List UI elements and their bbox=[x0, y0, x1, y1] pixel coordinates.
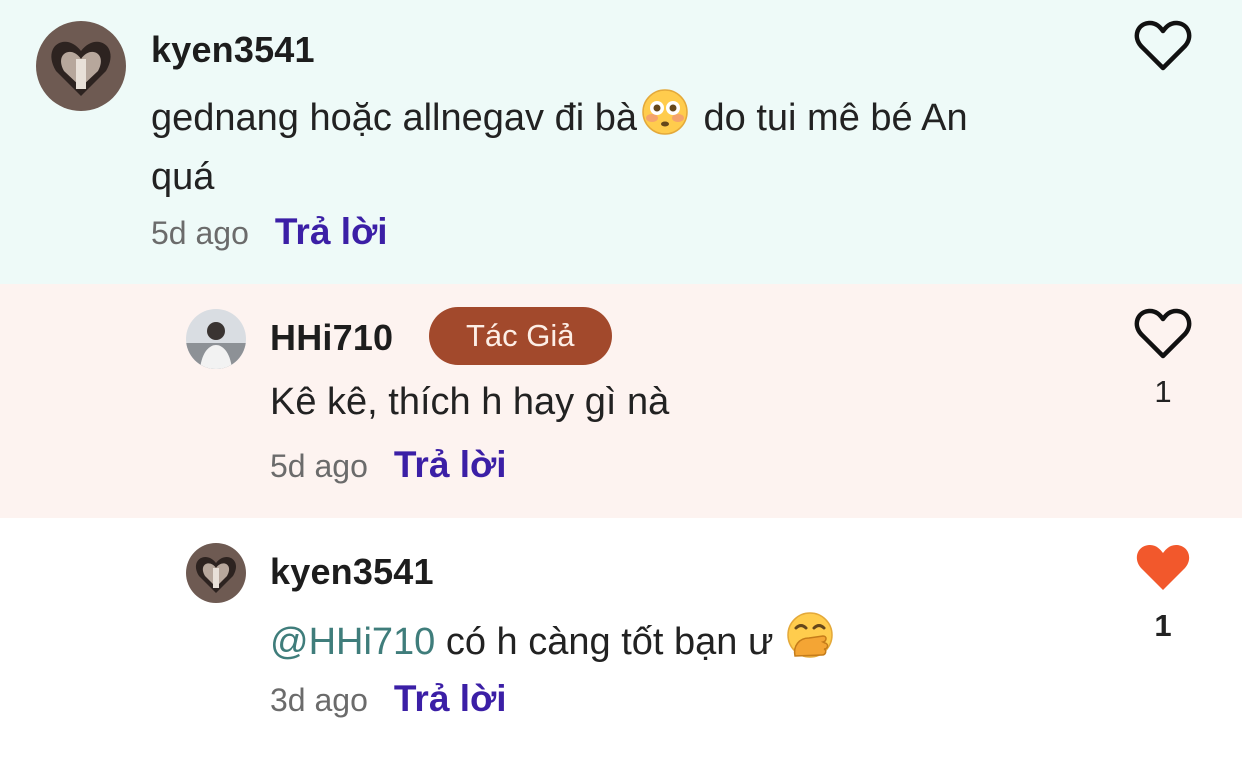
comment-text-part: gednang hoặc allnegav đi bà bbox=[151, 97, 637, 139]
heart-outline-icon bbox=[1134, 20, 1192, 71]
flushed-face-emoji bbox=[641, 88, 689, 151]
comment-meta: 3d ago Trả lời bbox=[270, 678, 507, 720]
username[interactable]: kyen3541 bbox=[270, 554, 434, 590]
comment-meta: 5d ago Trả lời bbox=[151, 211, 388, 253]
reply-item: kyen3541 @HHi710 có h càng tốt bạn ư 3d … bbox=[0, 518, 1242, 771]
like-button[interactable] bbox=[1133, 16, 1193, 76]
comment-text: @HHi710 có h càng tốt bạn ư bbox=[270, 610, 839, 675]
comment-text-part: có h càng tốt bạn ư bbox=[435, 621, 774, 663]
author-badge: Tác Giả bbox=[429, 307, 612, 365]
like-count: 1 bbox=[1154, 608, 1172, 643]
like-button[interactable] bbox=[1133, 538, 1193, 598]
comment-text: gednang hoặc allnegav đi bà do tui mê bé… bbox=[151, 88, 1031, 204]
comment-text-part: do tui mê bé An bbox=[692, 97, 968, 139]
reply-button[interactable]: Trả lời bbox=[394, 678, 507, 720]
timestamp: 5d ago bbox=[151, 215, 249, 251]
reply-item: HHi710 Tác Giả Kê kê, thích h hay gì nà … bbox=[0, 284, 1242, 518]
comment-item: kyen3541 gednang hoặc allnegav đi bà do … bbox=[0, 0, 1242, 284]
reply-button[interactable]: Trả lời bbox=[275, 211, 388, 253]
timestamp: 5d ago bbox=[270, 448, 368, 484]
heart-filled-icon bbox=[1136, 544, 1190, 590]
like-button[interactable] bbox=[1133, 304, 1193, 364]
heart-outline-icon bbox=[1134, 308, 1192, 359]
username[interactable]: kyen3541 bbox=[151, 32, 315, 68]
avatar[interactable] bbox=[186, 543, 246, 603]
comment-meta: 5d ago Trả lời bbox=[270, 444, 507, 486]
comment-text: Kê kê, thích h hay gì nà bbox=[270, 381, 670, 423]
like-count: 1 bbox=[1154, 374, 1172, 409]
hand-over-mouth-emoji bbox=[785, 610, 835, 675]
avatar[interactable] bbox=[36, 21, 126, 111]
comment-text-part: quá bbox=[151, 156, 215, 198]
avatar[interactable] bbox=[186, 309, 246, 369]
username[interactable]: HHi710 bbox=[270, 320, 393, 356]
mention-link[interactable]: @HHi710 bbox=[270, 621, 435, 663]
timestamp: 3d ago bbox=[270, 682, 368, 718]
reply-button[interactable]: Trả lời bbox=[394, 444, 507, 486]
